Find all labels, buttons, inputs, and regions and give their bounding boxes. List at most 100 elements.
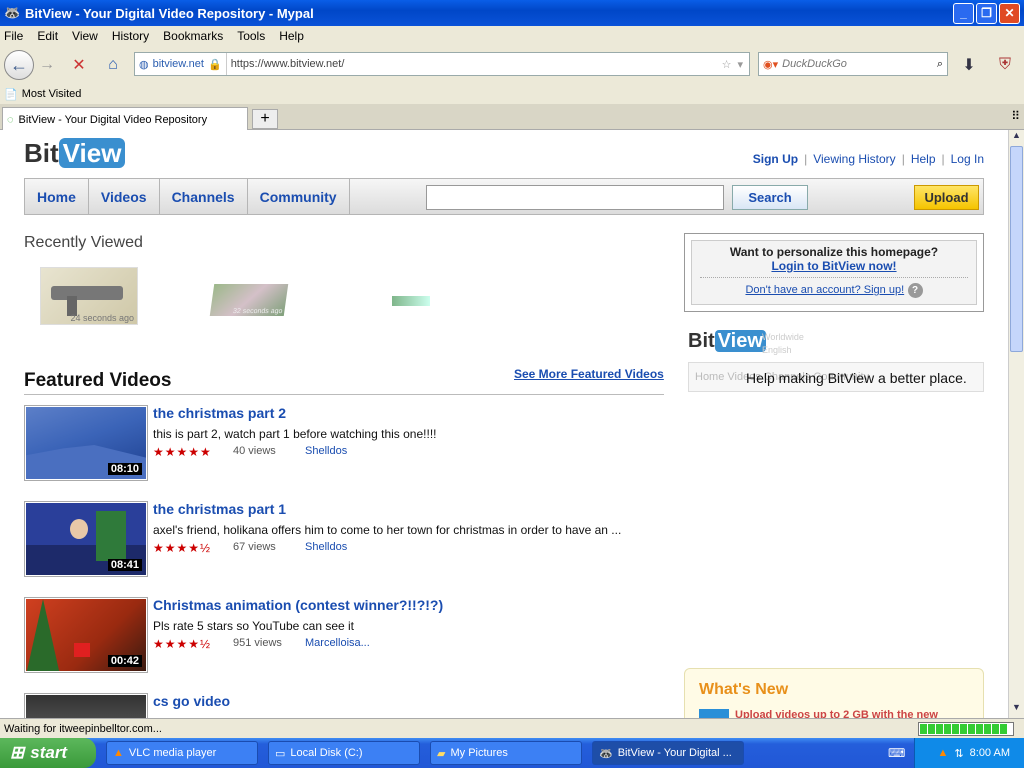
upload-button[interactable]: Upload xyxy=(914,185,979,210)
search-input[interactable] xyxy=(782,58,937,70)
video-thumbnail[interactable]: 00:42 xyxy=(24,597,148,673)
downloads-icon[interactable]: ⬇ xyxy=(956,52,982,78)
menu-history[interactable]: History xyxy=(112,29,149,43)
network-icon[interactable]: ⇅ xyxy=(954,747,963,760)
video-thumbnail[interactable] xyxy=(24,693,148,718)
start-button[interactable]: ⊞ start xyxy=(0,738,96,768)
see-more-featured-link[interactable]: See More Featured Videos xyxy=(514,367,664,381)
video-title[interactable]: the christmas part 1 xyxy=(153,501,286,517)
minimize-button[interactable]: _ xyxy=(953,3,974,24)
recent-thumbnail[interactable]: 32 seconds ago xyxy=(209,284,289,316)
nav-channels[interactable]: Channels xyxy=(160,179,248,214)
menu-bar: File Edit View History Bookmarks Tools H… xyxy=(0,26,1024,46)
bitview-mini-logo: Bit View xyxy=(688,330,766,353)
whats-new-box: What's New Upload videos up to 2 GB with… xyxy=(684,668,984,718)
menu-view[interactable]: View xyxy=(72,29,98,43)
keyboard-icon[interactable]: ⌨ xyxy=(888,746,905,760)
back-icon[interactable]: ← xyxy=(4,50,34,80)
bookmark-star-icon[interactable]: ☆ xyxy=(722,58,732,71)
login-link[interactable]: Log In xyxy=(951,152,984,166)
video-author[interactable]: Shelldos xyxy=(305,541,347,555)
video-title[interactable]: Christmas animation (contest winner?!!?!… xyxy=(153,597,443,613)
menu-help[interactable]: Help xyxy=(279,29,304,43)
window-titlebar: 🦝 BitView - Your Digital Video Repositor… xyxy=(0,0,1024,26)
nav-videos[interactable]: Videos xyxy=(89,179,160,214)
maximize-button[interactable]: ❐ xyxy=(976,3,997,24)
personalize-box: Want to personalize this homepage? Login… xyxy=(684,233,984,312)
signup-link[interactable]: Sign Up xyxy=(753,152,798,166)
video-author[interactable]: Shelldos xyxy=(305,445,347,459)
scroll-down-icon[interactable]: ▼ xyxy=(1009,702,1024,718)
scrollbar-thumb[interactable] xyxy=(1010,146,1023,352)
video-rating: ★★★★½ xyxy=(153,541,212,555)
folder-icon: ▰ xyxy=(437,747,446,760)
url-dropdown-icon[interactable]: ▾ xyxy=(737,58,743,71)
help-icon[interactable]: ? xyxy=(907,283,923,298)
video-item: 08:10 the christmas part 2 this is part … xyxy=(24,405,664,481)
new-tab-button[interactable]: + xyxy=(252,109,278,129)
tab-bitview[interactable]: ◌ BitView - Your Digital Video Repositor… xyxy=(2,107,248,131)
site-name: bitview.net xyxy=(152,58,204,70)
nav-home[interactable]: Home xyxy=(25,179,89,214)
video-thumbnail[interactable]: 08:10 xyxy=(24,405,148,481)
login-now-link[interactable]: Login to BitView now! xyxy=(771,259,896,273)
clock[interactable]: 8:00 AM xyxy=(970,747,1010,759)
video-title[interactable]: cs go video xyxy=(153,693,230,709)
video-thumbnail[interactable]: 08:41 xyxy=(24,501,148,577)
recent-time: 32 seconds ago xyxy=(232,308,283,315)
scroll-up-icon[interactable]: ▲ xyxy=(1009,130,1024,146)
forward-icon[interactable]: → xyxy=(34,52,60,78)
menu-edit[interactable]: Edit xyxy=(37,29,58,43)
task-local-disk[interactable]: ▭ Local Disk (C:) xyxy=(268,741,420,765)
video-description: axel's friend, holikana offers him to co… xyxy=(153,523,622,537)
video-duration: 00:42 xyxy=(107,655,142,667)
nav-community[interactable]: Community xyxy=(248,179,350,214)
status-bar: Waiting for itweepinbelltor.com... xyxy=(0,718,1024,738)
recent-thumbnail[interactable]: 24 seconds ago xyxy=(40,267,138,325)
help-link[interactable]: Help xyxy=(911,152,936,166)
mypal-app-icon: 🦝 xyxy=(4,5,21,20)
menu-bookmarks[interactable]: Bookmarks xyxy=(163,29,223,43)
most-visited-bookmark[interactable]: Most Visited xyxy=(22,88,82,100)
bookmarks-toolbar: 📄 Most Visited xyxy=(0,84,1024,104)
close-button[interactable]: ✕ xyxy=(999,3,1020,24)
taskbar: ⊞ start ▲ VLC media player ▭ Local Disk (C:… xyxy=(0,738,1024,768)
menu-tools[interactable]: Tools xyxy=(237,29,265,43)
home-icon[interactable]: ⌂ xyxy=(100,52,126,78)
tab-list-icon[interactable]: ⠿ xyxy=(1011,109,1020,123)
signup-prompt-link[interactable]: Don't have an account? Sign up! xyxy=(745,284,904,296)
viewing-history-link[interactable]: Viewing History xyxy=(813,152,895,166)
video-author[interactable]: Marcelloisa... xyxy=(305,637,370,651)
bookmark-folder-icon: 📄 xyxy=(4,88,18,101)
task-vlc[interactable]: ▲ VLC media player xyxy=(106,741,258,765)
search-bar[interactable]: ◉▾ ⌕ xyxy=(758,52,948,76)
ublock-icon[interactable]: ⛨ xyxy=(992,52,1018,78)
vlc-tray-icon[interactable]: ▲ xyxy=(938,747,949,759)
whats-new-item[interactable]: Upload videos up to 2 GB with the new xyxy=(735,709,938,718)
recent-thumbnail[interactable] xyxy=(392,296,430,306)
vlc-icon: ▲ xyxy=(113,747,124,759)
site-identity[interactable]: ◍ bitview.net 🔒 xyxy=(135,53,227,75)
video-views: 67 views xyxy=(233,541,276,553)
search-icon[interactable]: ⌕ xyxy=(937,58,943,71)
site-search-button[interactable]: Search xyxy=(732,185,808,210)
featured-videos-title: Featured Videos xyxy=(24,370,172,391)
divider xyxy=(24,394,664,395)
stop-icon[interactable]: ✕ xyxy=(66,52,92,78)
video-title[interactable]: the christmas part 2 xyxy=(153,405,286,421)
video-views: 951 views xyxy=(233,637,282,649)
status-text: Waiting for itweepinbelltor.com... xyxy=(4,722,162,735)
menu-file[interactable]: File xyxy=(4,29,23,43)
site-search-input[interactable] xyxy=(426,185,724,210)
whats-new-title: What's New xyxy=(699,681,789,698)
tab-strip: ◌ BitView - Your Digital Video Repositor… xyxy=(0,104,1024,131)
page-scrollbar[interactable]: ▲ ▼ xyxy=(1008,130,1024,718)
bitview-logo[interactable]: Bit View xyxy=(24,138,126,169)
url-input[interactable] xyxy=(226,58,722,70)
url-bar[interactable]: ◍ bitview.net 🔒 ☆ ▾ xyxy=(134,52,750,76)
loading-icon: ◌ xyxy=(7,113,14,126)
task-my-pictures[interactable]: ▰ My Pictures xyxy=(430,741,582,765)
task-bitview[interactable]: 🦝 BitView - Your Digital ... xyxy=(592,741,744,765)
duckduckgo-icon[interactable]: ◉▾ xyxy=(763,58,778,71)
personalize-question: Want to personalize this homepage? xyxy=(729,245,939,259)
